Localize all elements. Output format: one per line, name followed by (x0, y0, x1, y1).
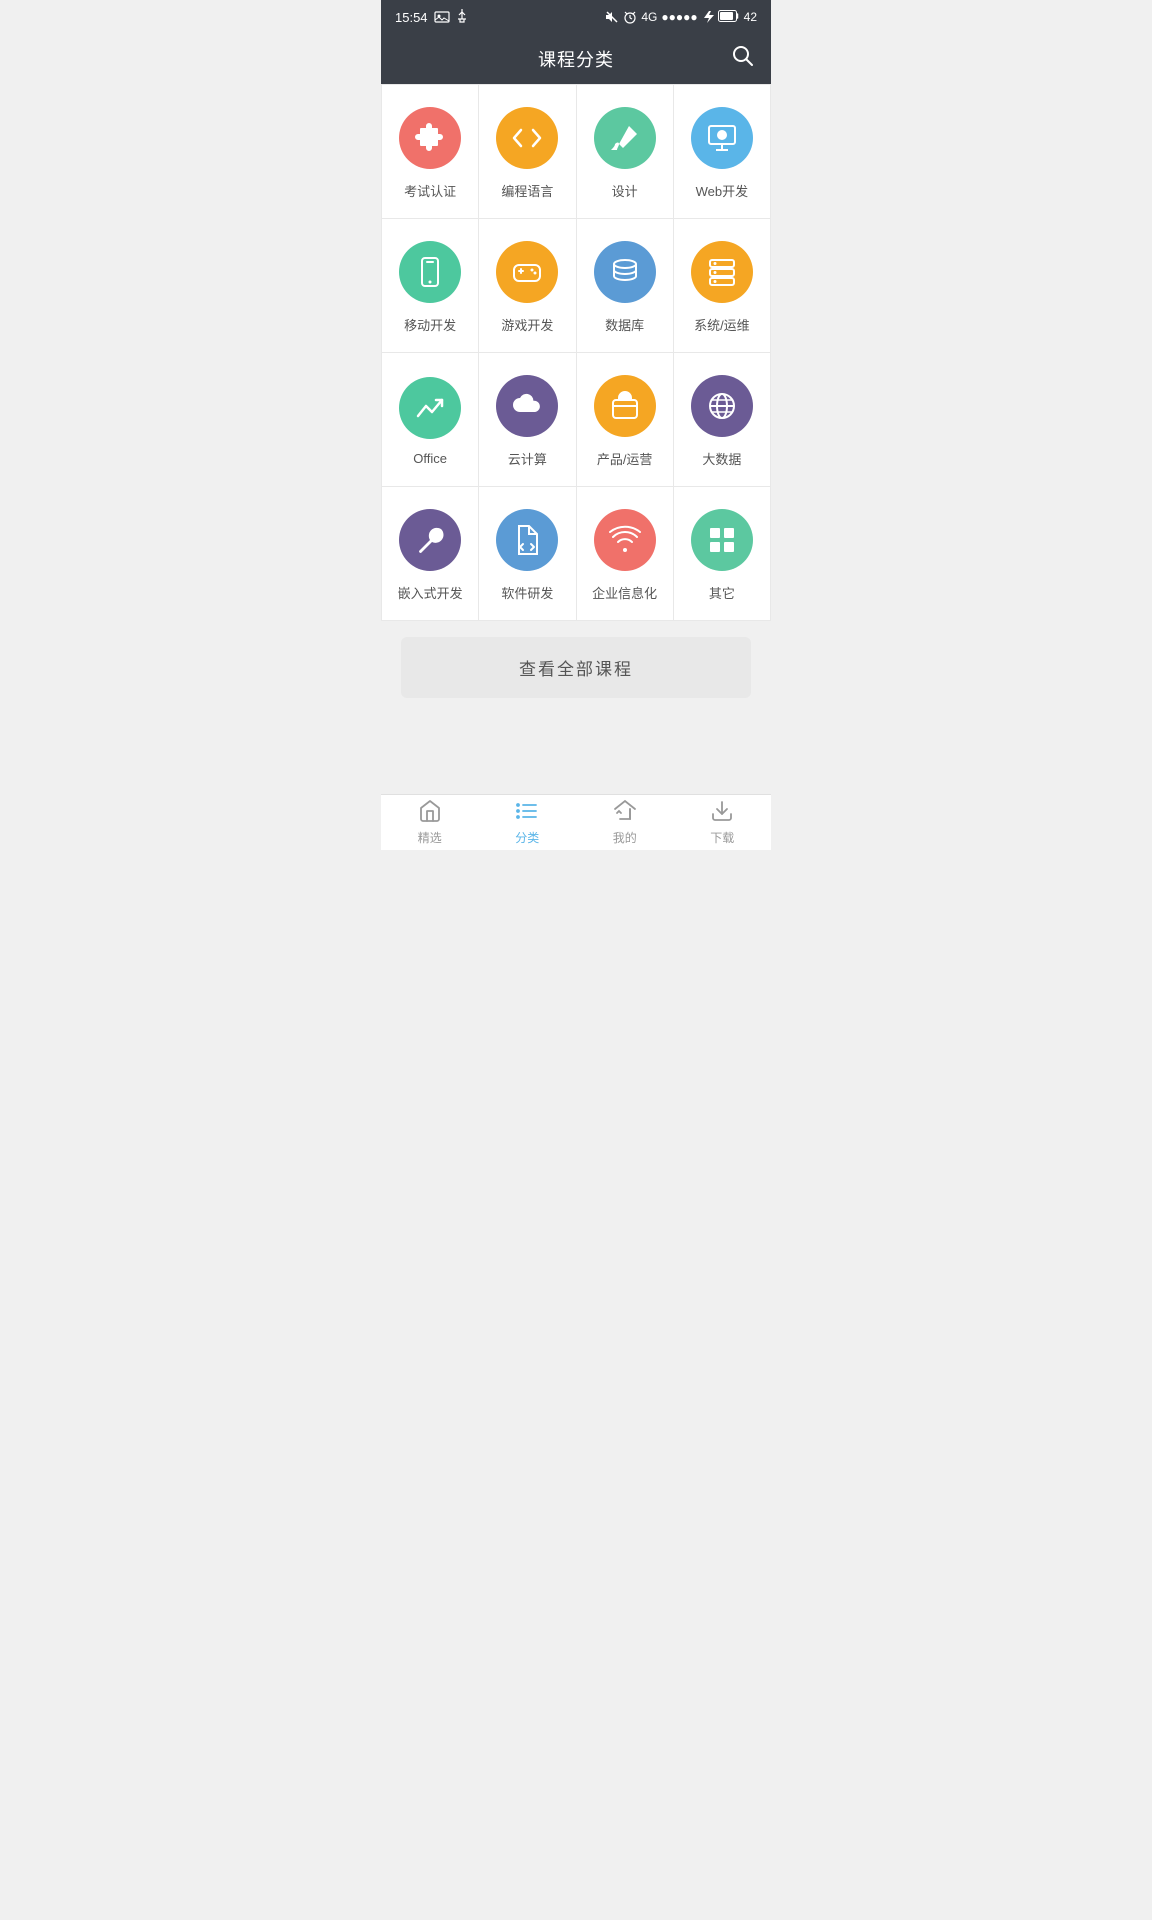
category-grid: 考试认证 编程语言 设计 Web开发 移动开发 游戏开发 数据库 (381, 84, 771, 621)
status-bar: 15:54 4G ●●●●● 42 (381, 0, 771, 34)
category-label-webdev: Web开发 (696, 181, 749, 200)
view-all-section: 查看全部课程 (381, 621, 771, 714)
time: 15:54 (395, 10, 428, 25)
nav-label-download: 下载 (710, 829, 734, 846)
category-label-design: 设计 (612, 181, 638, 200)
category-icon-enterprise (594, 509, 656, 571)
nav-icon-featured (418, 799, 442, 826)
category-label-mobile: 移动开发 (404, 315, 456, 334)
nav-label-mine: 我的 (613, 829, 637, 846)
nav-icon-download (710, 799, 734, 826)
category-label-product: 产品/运营 (597, 449, 653, 468)
lightning-icon (702, 10, 714, 24)
category-item-sysops[interactable]: 系统/运维 (674, 219, 771, 353)
nav-icon-mine (613, 799, 637, 826)
signal-dots: ●●●●● (661, 10, 697, 24)
status-right: 4G ●●●●● 42 (605, 10, 757, 25)
battery-icon (718, 10, 740, 22)
status-left: 15:54 (395, 9, 468, 25)
nav-item-mine[interactable]: 我的 (576, 795, 674, 850)
category-label-sysops: 系统/运维 (694, 315, 750, 334)
category-item-other[interactable]: 其它 (674, 487, 771, 621)
category-icon-programming (496, 107, 558, 169)
category-label-embedded: 嵌入式开发 (398, 583, 463, 602)
category-label-game: 游戏开发 (501, 315, 553, 334)
category-item-exam[interactable]: 考试认证 (382, 85, 479, 219)
category-item-embedded[interactable]: 嵌入式开发 (382, 487, 479, 621)
nav-label-category: 分类 (515, 829, 539, 846)
category-grid-container: 考试认证 编程语言 设计 Web开发 移动开发 游戏开发 数据库 (381, 84, 771, 621)
battery-level: 42 (744, 10, 757, 24)
category-label-cloud: 云计算 (508, 449, 547, 468)
category-icon-design (594, 107, 656, 169)
nav-label-featured: 精选 (418, 829, 442, 846)
bottom-navigation: 精选 分类 我的 下载 (381, 794, 771, 850)
category-item-enterprise[interactable]: 企业信息化 (577, 487, 674, 621)
nav-icon-category (515, 799, 539, 826)
category-icon-office (399, 377, 461, 439)
category-icon-exam (399, 107, 461, 169)
category-label-other: 其它 (709, 583, 735, 602)
category-item-design[interactable]: 设计 (577, 85, 674, 219)
battery (718, 10, 740, 25)
category-icon-product (594, 375, 656, 437)
usb-icon (456, 9, 468, 25)
category-item-software[interactable]: 软件研发 (479, 487, 576, 621)
category-icon-embedded (399, 509, 461, 571)
category-icon-other (691, 509, 753, 571)
search-icon (731, 44, 755, 68)
image-icon (434, 11, 450, 23)
category-label-office: Office (413, 451, 447, 466)
nav-item-download[interactable]: 下载 (674, 795, 772, 850)
category-label-database: 数据库 (605, 315, 644, 334)
category-icon-mobile (399, 241, 461, 303)
category-icon-software (496, 509, 558, 571)
category-icon-database (594, 241, 656, 303)
category-item-mobile[interactable]: 移动开发 (382, 219, 479, 353)
category-item-cloud[interactable]: 云计算 (479, 353, 576, 487)
category-icon-webdev (691, 107, 753, 169)
category-item-office[interactable]: Office (382, 353, 479, 487)
search-button[interactable] (731, 44, 755, 74)
category-item-game[interactable]: 游戏开发 (479, 219, 576, 353)
network-type: 4G (641, 10, 657, 24)
view-all-button[interactable]: 查看全部课程 (401, 637, 751, 698)
nav-item-category[interactable]: 分类 (479, 795, 577, 850)
category-label-programming: 编程语言 (501, 181, 553, 200)
category-icon-game (496, 241, 558, 303)
category-label-software: 软件研发 (501, 583, 553, 602)
category-icon-bigdata (691, 375, 753, 437)
category-item-programming[interactable]: 编程语言 (479, 85, 576, 219)
category-item-product[interactable]: 产品/运营 (577, 353, 674, 487)
category-item-bigdata[interactable]: 大数据 (674, 353, 771, 487)
category-label-bigdata: 大数据 (702, 449, 741, 468)
app-header: 课程分类 (381, 34, 771, 84)
category-item-webdev[interactable]: Web开发 (674, 85, 771, 219)
category-icon-cloud (496, 375, 558, 437)
category-label-exam: 考试认证 (404, 181, 456, 200)
content-spacer (381, 714, 771, 794)
mute-icon (605, 10, 619, 24)
category-item-database[interactable]: 数据库 (577, 219, 674, 353)
nav-item-featured[interactable]: 精选 (381, 795, 479, 850)
category-icon-sysops (691, 241, 753, 303)
page-title: 课程分类 (538, 46, 614, 72)
alarm-icon (623, 10, 637, 24)
category-label-enterprise: 企业信息化 (592, 583, 657, 602)
